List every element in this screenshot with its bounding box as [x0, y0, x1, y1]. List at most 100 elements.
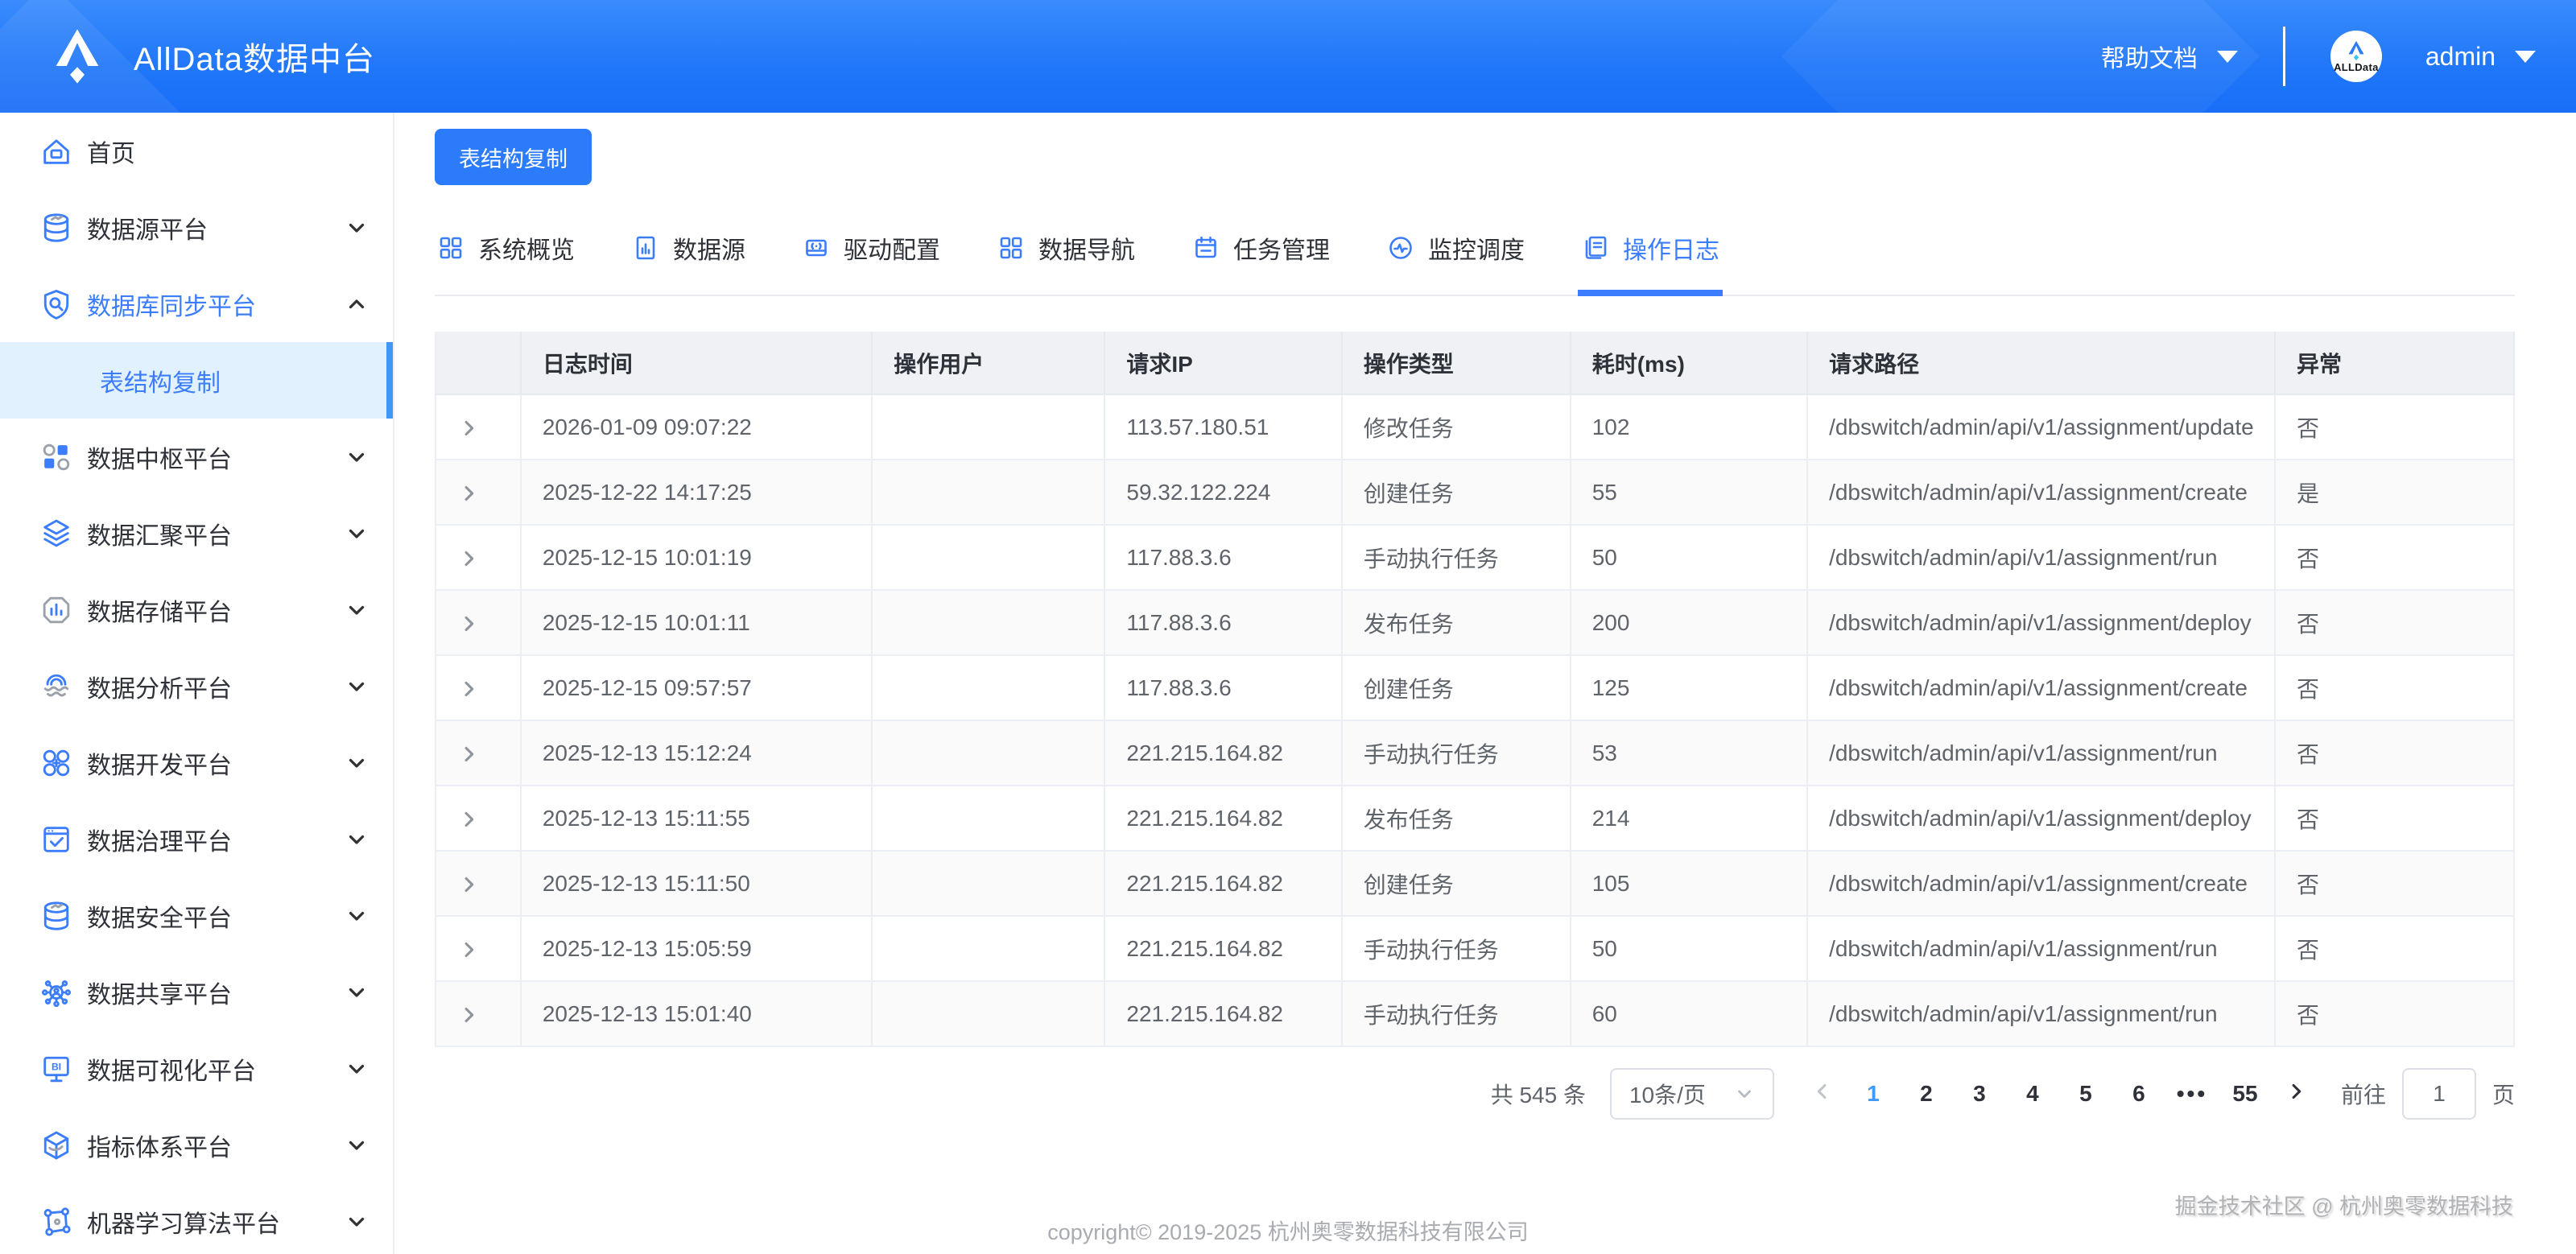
row-expand-icon[interactable] — [457, 482, 480, 505]
cell-r7c0: 2025-12-13 15:11:50 — [521, 851, 872, 916]
security-icon — [39, 898, 74, 934]
help-docs-menu[interactable]: 帮助文档 — [2101, 39, 2238, 74]
sidebar-item-10[interactable]: 数据共享平台 — [0, 954, 393, 1030]
tab-6[interactable]: 操作日志 — [1579, 224, 1721, 295]
page-size-select[interactable]: 10条/页 — [1610, 1068, 1774, 1120]
cell-r7c5: /dbswitch/admin/api/v1/assignment/create — [1807, 851, 2275, 916]
sidebar-item-9[interactable]: 数据安全平台 — [0, 877, 393, 954]
cell-r2c5: /dbswitch/admin/api/v1/assignment/run — [1807, 525, 2275, 590]
expand-cell — [436, 394, 521, 460]
cell-r4c0: 2025-12-15 09:57:57 — [521, 655, 872, 720]
sidebar-item-4[interactable]: 数据汇聚平台 — [0, 495, 393, 571]
tab-4[interactable]: 任务管理 — [1190, 224, 1331, 295]
sidebar-item-1[interactable]: 数据源平台 — [0, 189, 393, 266]
table-row-1: 2025-12-22 14:17:2559.32.122.224创建任务55/d… — [436, 460, 2514, 525]
sidebar-item-6[interactable]: 数据分析平台 — [0, 648, 393, 724]
cell-r4c5: /dbswitch/admin/api/v1/assignment/create — [1807, 655, 2275, 720]
cell-r4c4: 125 — [1571, 655, 1807, 720]
row-expand-icon[interactable] — [457, 1004, 480, 1026]
page-more-button[interactable]: ••• — [2165, 1081, 2219, 1107]
cell-r9c1 — [872, 981, 1104, 1046]
page-button-6[interactable]: 6 — [2112, 1081, 2165, 1107]
sidebar-item-8[interactable]: 数据治理平台 — [0, 801, 393, 877]
cell-r0c2: 113.57.180.51 — [1104, 394, 1341, 460]
user-avatar[interactable]: ALLData — [2330, 31, 2382, 82]
table-row-6: 2025-12-13 15:11:55221.215.164.82发布任务214… — [436, 786, 2514, 851]
tab-1[interactable]: 数据源 — [630, 224, 747, 295]
caret-down-icon — [2515, 51, 2536, 63]
cell-r6c5: /dbswitch/admin/api/v1/assignment/deploy — [1807, 786, 2275, 851]
expand-cell — [436, 590, 521, 655]
page-button-55[interactable]: 55 — [2219, 1081, 2272, 1107]
row-expand-icon[interactable] — [457, 743, 480, 765]
cell-r6c6: 否 — [2275, 786, 2514, 851]
sidebar-item-11[interactable]: BI数据可视化平台 — [0, 1030, 393, 1107]
previous-page-button[interactable] — [1798, 1080, 1847, 1108]
cell-r5c2: 221.215.164.82 — [1104, 720, 1341, 786]
row-expand-icon[interactable] — [457, 808, 480, 831]
sidebar: 首页数据源平台数据库同步平台表结构复制数据中枢平台数据汇聚平台数据存储平台数据分… — [0, 113, 394, 1254]
row-expand-icon[interactable] — [457, 547, 480, 570]
sidebar-item-label: 首页 — [87, 134, 369, 169]
chevron-down-icon — [345, 674, 369, 699]
sidebar-item-13[interactable]: 机器学习算法平台 — [0, 1183, 393, 1254]
tab-3[interactable]: 数据导航 — [995, 224, 1137, 295]
tab-label: 监控调度 — [1428, 230, 1525, 266]
sidebar-item-12[interactable]: 指标体系平台 — [0, 1107, 393, 1183]
cell-r3c4: 200 — [1571, 590, 1807, 655]
row-expand-icon[interactable] — [457, 417, 480, 439]
row-expand-icon[interactable] — [457, 678, 480, 700]
cell-r5c0: 2025-12-13 15:12:24 — [521, 720, 872, 786]
page-button-2[interactable]: 2 — [1900, 1081, 1953, 1107]
page-button-1[interactable]: 1 — [1847, 1081, 1900, 1107]
column-header-5: 请求路径 — [1807, 332, 2275, 394]
row-expand-icon[interactable] — [457, 938, 480, 961]
tab-2[interactable]: 驱动配置 — [800, 224, 942, 295]
cell-r8c4: 50 — [1571, 916, 1807, 981]
caret-down-icon — [2217, 51, 2238, 63]
tab-label: 驱动配置 — [844, 230, 940, 266]
cell-r7c6: 否 — [2275, 851, 2514, 916]
page-button-4[interactable]: 4 — [2006, 1081, 2059, 1107]
cell-r2c6: 否 — [2275, 525, 2514, 590]
avatar-label: ALLData — [2334, 62, 2379, 72]
calendar-icon — [1191, 233, 1220, 262]
watermark: 掘金技术社区 @ 杭州奥零数据科技 — [2175, 1189, 2513, 1220]
sidebar-item-0[interactable]: 首页 — [0, 113, 393, 189]
chevron-down-icon — [345, 522, 369, 546]
analysis-icon — [39, 669, 74, 704]
sidebar-item-2[interactable]: 数据库同步平台 — [0, 266, 393, 342]
row-expand-icon[interactable] — [457, 613, 480, 635]
sidebar-item-5[interactable]: 数据存储平台 — [0, 571, 393, 648]
table-structure-copy-button[interactable]: 表结构复制 — [435, 129, 592, 185]
goto-page-input[interactable] — [2402, 1068, 2476, 1120]
sidebar-item-label: 数据汇聚平台 — [87, 516, 345, 551]
page-button-5[interactable]: 5 — [2059, 1081, 2112, 1107]
cell-r7c3: 创建任务 — [1342, 851, 1571, 916]
alldata-logo-icon — [45, 27, 109, 85]
expand-column-header — [436, 332, 521, 394]
chevron-down-icon — [1734, 1083, 1755, 1104]
share-icon — [39, 975, 74, 1010]
tab-label: 数据导航 — [1038, 230, 1135, 266]
expand-cell — [436, 720, 521, 786]
sidebar-item-7[interactable]: 数据开发平台 — [0, 724, 393, 801]
table-row-8: 2025-12-13 15:05:59221.215.164.82手动执行任务5… — [436, 916, 2514, 981]
sidebar-item-label: 数据源平台 — [87, 210, 345, 245]
sidebar-item-label: 机器学习算法平台 — [87, 1204, 345, 1240]
tab-5[interactable]: 监控调度 — [1385, 224, 1526, 295]
cell-r8c6: 否 — [2275, 916, 2514, 981]
next-page-button[interactable] — [2272, 1080, 2320, 1108]
sidebar-item-label: 数据开发平台 — [87, 745, 345, 781]
tab-0[interactable]: 系统概览 — [435, 224, 576, 295]
page-button-3[interactable]: 3 — [1953, 1081, 2006, 1107]
sidebar-item-label: 数据可视化平台 — [87, 1051, 345, 1087]
sidebar-item-3[interactable]: 数据中枢平台 — [0, 419, 393, 495]
sidebar-subitem-0[interactable]: 表结构复制 — [0, 342, 393, 419]
cell-r8c3: 手动执行任务 — [1342, 916, 1571, 981]
pagination: 共 545 条 10条/页 123456•••55 前往 页 — [435, 1068, 2515, 1120]
row-expand-icon[interactable] — [457, 873, 480, 896]
user-menu[interactable]: admin — [2425, 42, 2536, 72]
cell-r4c6: 否 — [2275, 655, 2514, 720]
cell-r4c3: 创建任务 — [1342, 655, 1571, 720]
